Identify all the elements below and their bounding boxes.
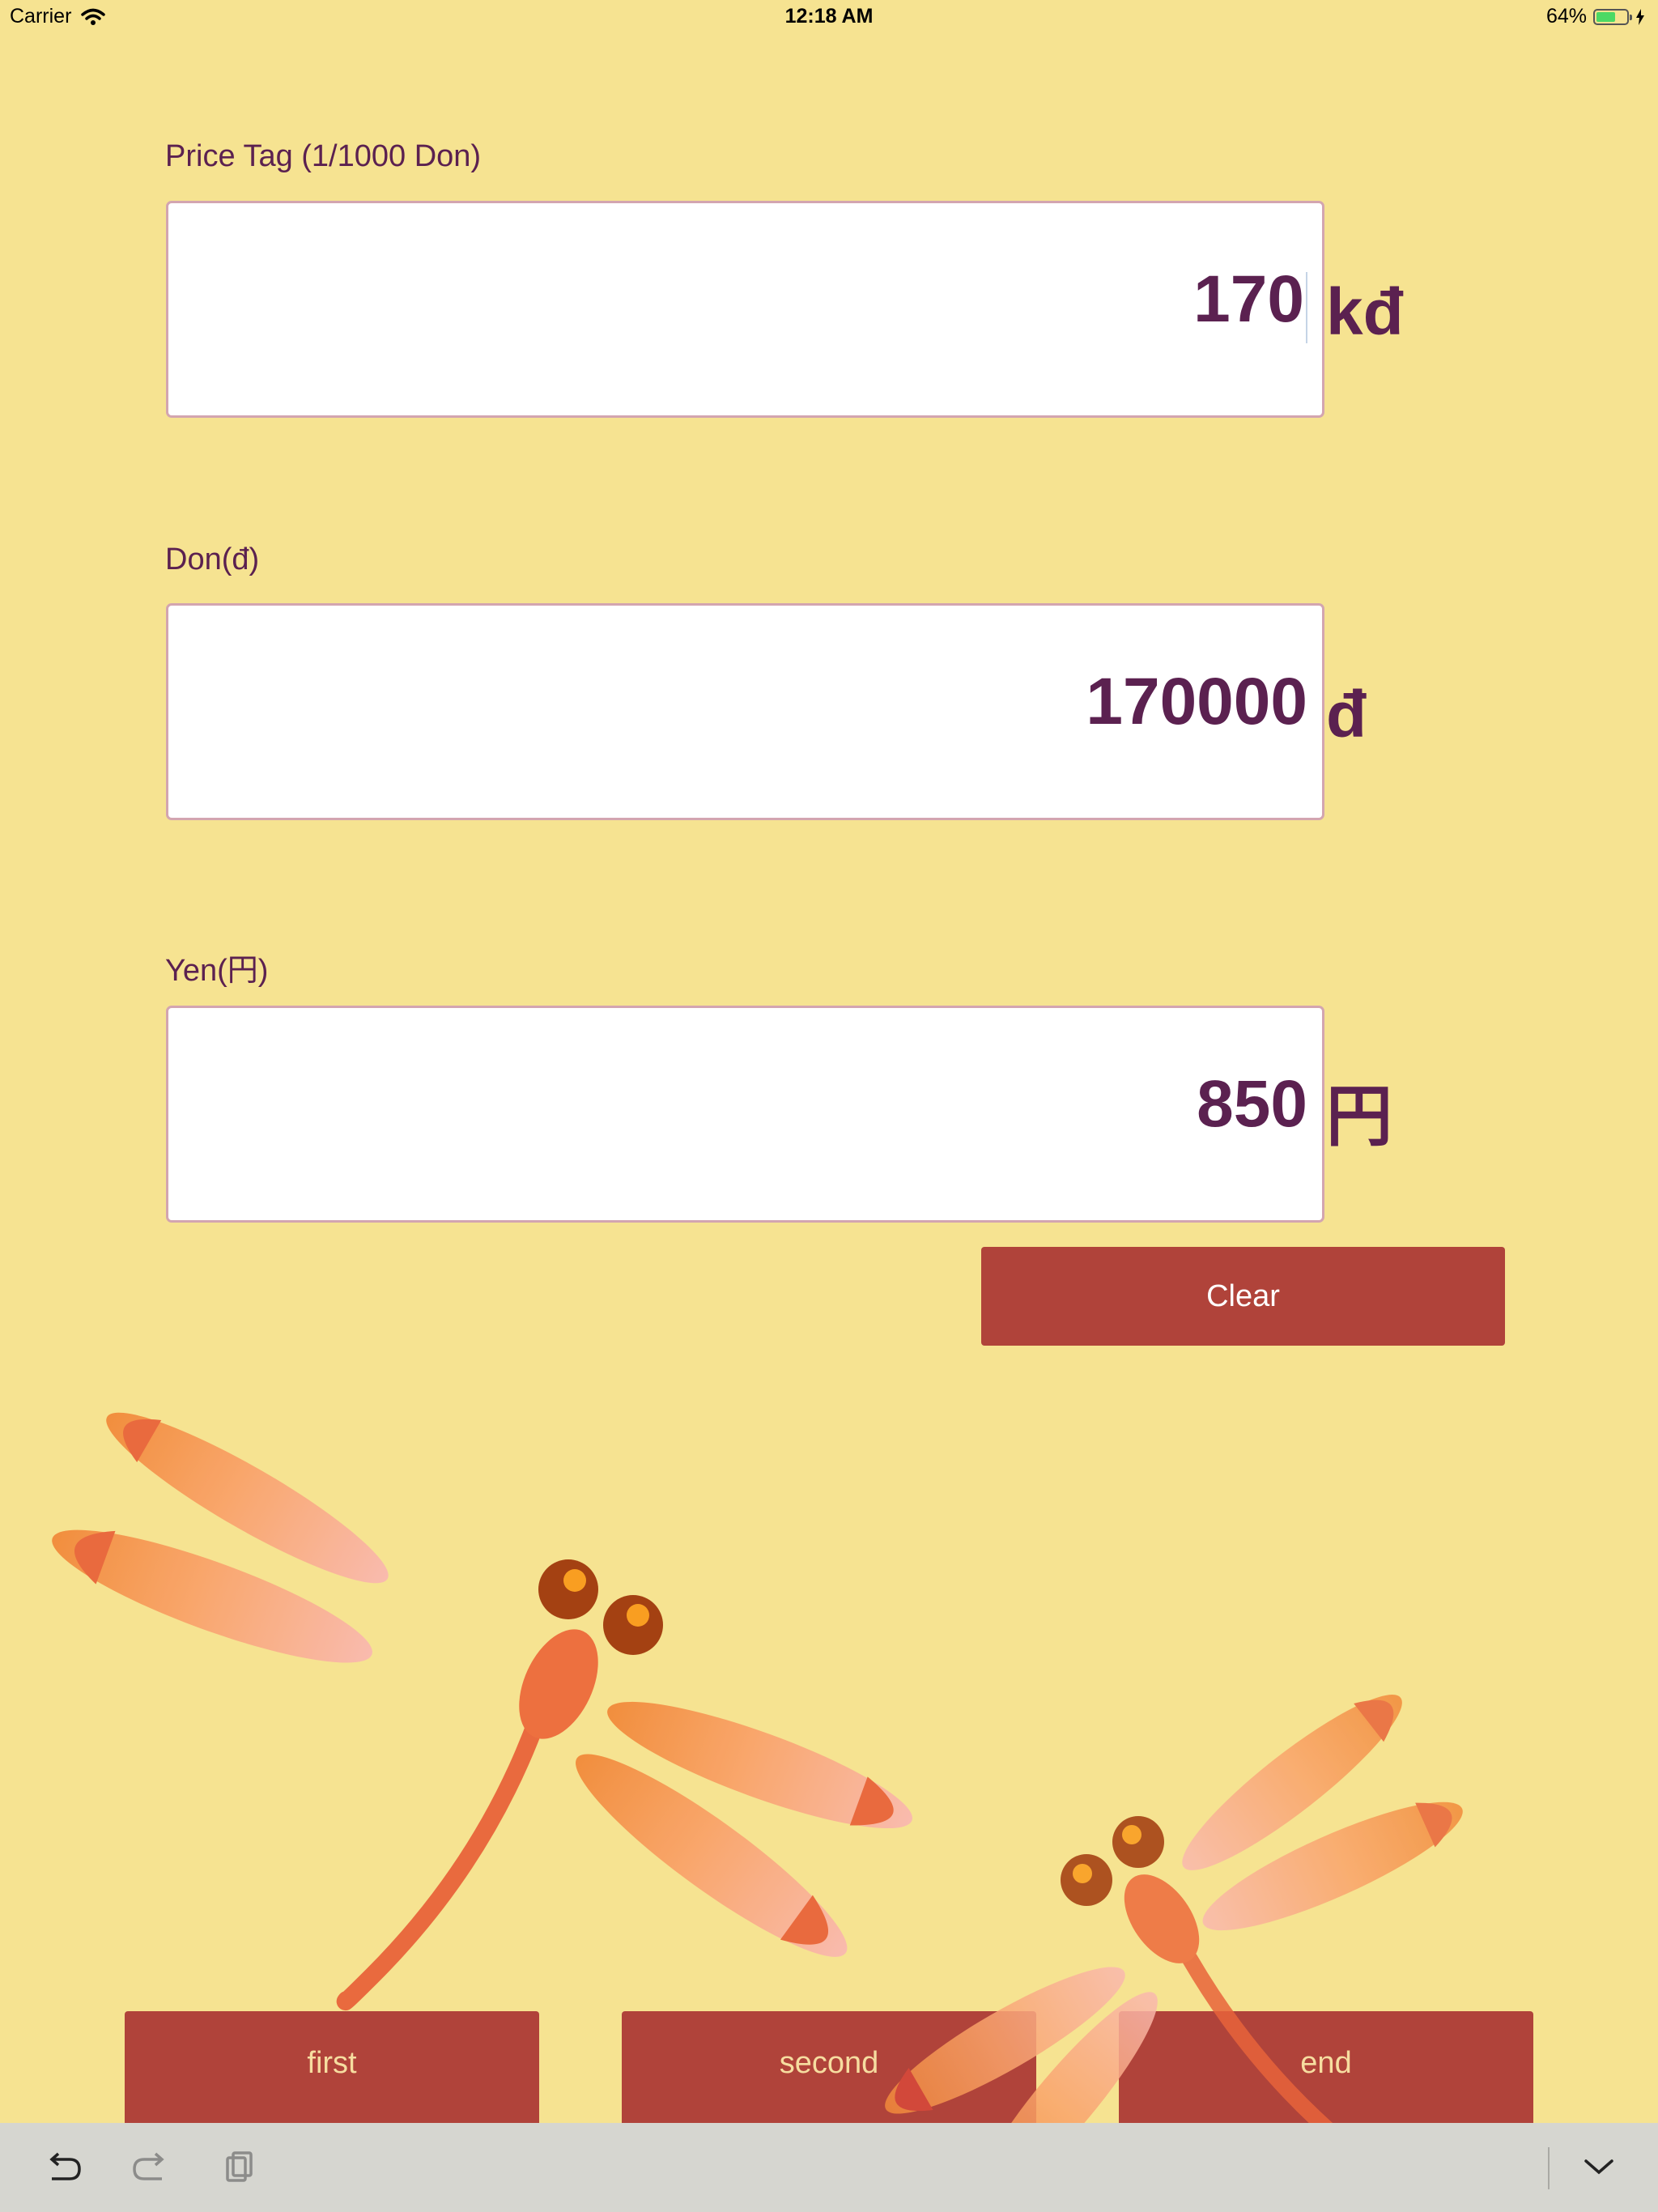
keyboard-shortcut-bar bbox=[0, 2123, 1658, 2212]
don-unit: đ bbox=[1326, 678, 1367, 751]
status-right: 64% bbox=[1546, 5, 1645, 28]
battery-fill bbox=[1596, 11, 1615, 22]
chevron-down-icon[interactable] bbox=[1562, 2123, 1635, 2212]
yen-label: Yen(円) bbox=[165, 954, 269, 988]
price-tag-input[interactable]: 170 bbox=[166, 201, 1324, 418]
second-button[interactable]: second bbox=[622, 2011, 1036, 2123]
end-button[interactable]: end bbox=[1119, 2011, 1533, 2123]
status-time: 12:18 AM bbox=[784, 5, 874, 28]
clear-button[interactable]: Clear bbox=[981, 1247, 1505, 1346]
yen-input[interactable]: 850 bbox=[166, 1006, 1324, 1223]
battery-percent: 64% bbox=[1545, 5, 1587, 28]
undo-icon[interactable] bbox=[28, 2123, 100, 2212]
dragonfly-large bbox=[52, 1412, 912, 2010]
yen-value: 850 bbox=[1197, 1067, 1307, 1141]
text-caret bbox=[1306, 272, 1307, 343]
redo-icon[interactable] bbox=[113, 2123, 186, 2212]
don-value: 170000 bbox=[1086, 665, 1307, 738]
don-label: Don(đ) bbox=[165, 542, 260, 576]
don-input[interactable]: 170000 bbox=[166, 603, 1324, 820]
yen-unit: 円 bbox=[1326, 1080, 1393, 1154]
paste-icon[interactable] bbox=[202, 2123, 275, 2212]
charging-icon bbox=[1636, 8, 1644, 25]
first-button[interactable]: first bbox=[125, 2011, 539, 2123]
price-tag-value: 170 bbox=[1193, 262, 1304, 336]
price-tag-label: Price Tag (1/1000 Don) bbox=[165, 139, 482, 173]
toolbar-divider bbox=[1548, 2147, 1550, 2189]
battery-icon bbox=[1593, 8, 1632, 25]
price-tag-unit: kđ bbox=[1326, 275, 1404, 349]
status-bar: Carrier 12:18 AM 64% bbox=[0, 0, 1658, 32]
